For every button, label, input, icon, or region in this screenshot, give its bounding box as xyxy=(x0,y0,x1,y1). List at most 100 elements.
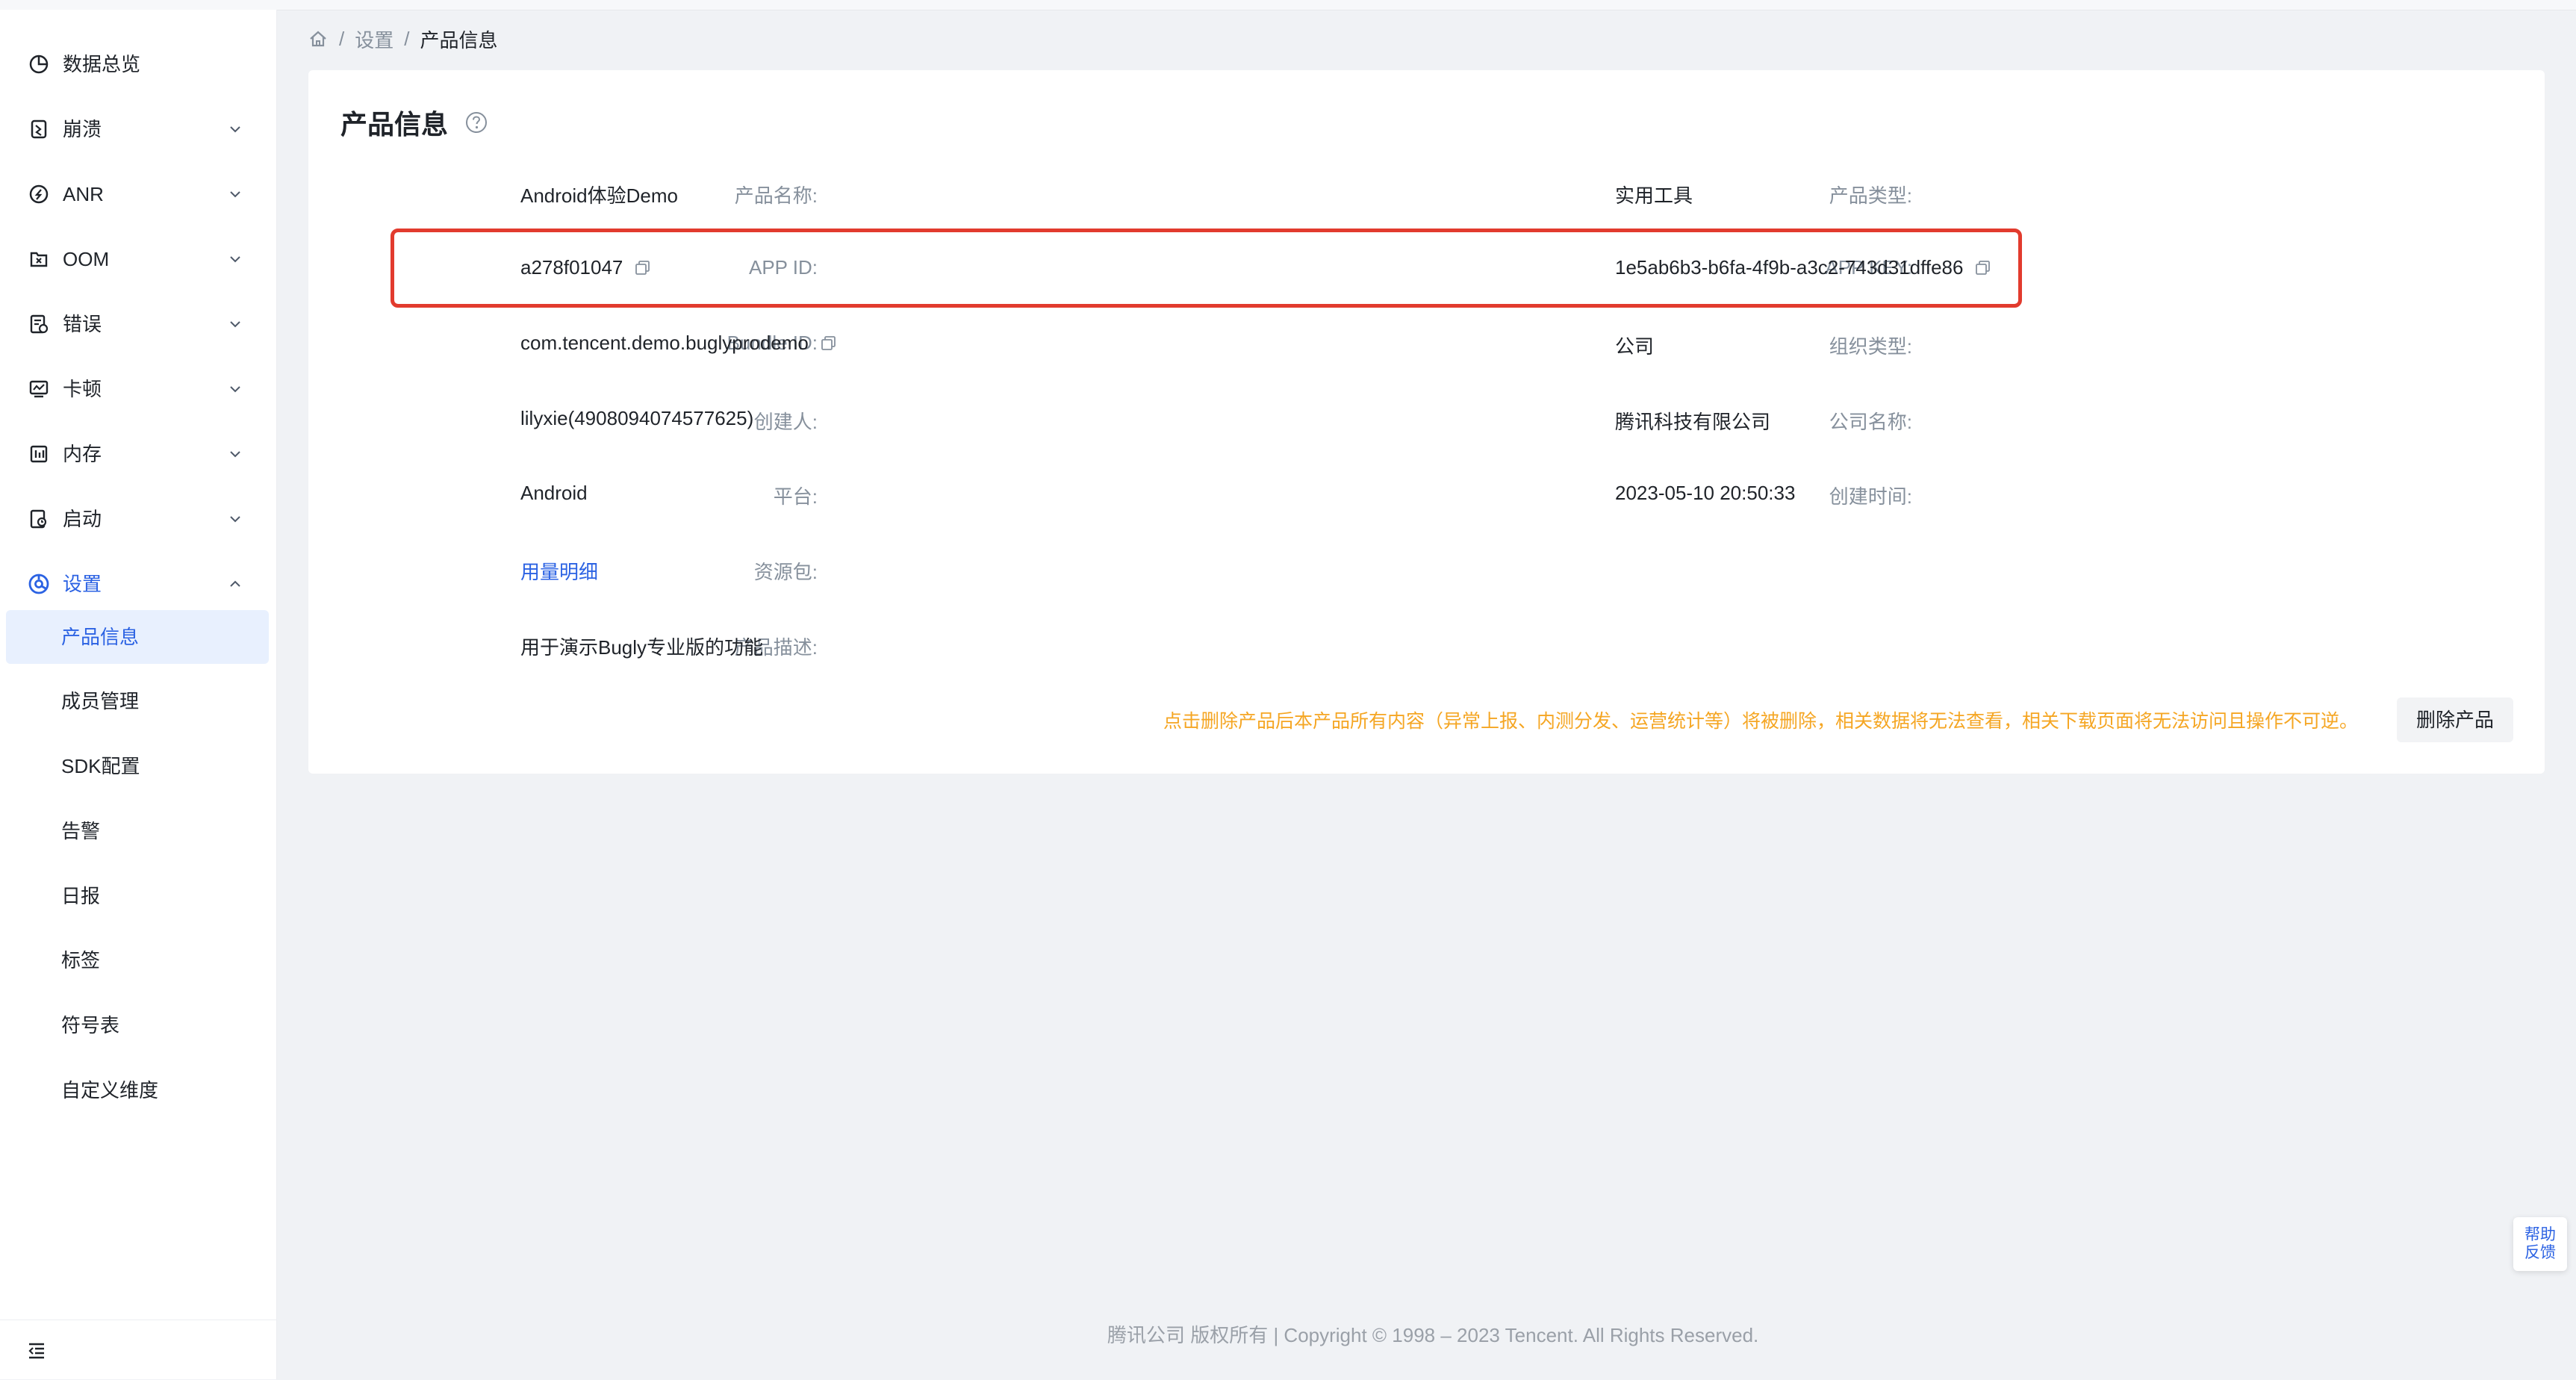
copy-icon[interactable] xyxy=(635,260,651,276)
footer-copyright: 腾讯公司 版权所有 | Copyright © 1998 – 2023 Tenc… xyxy=(1107,1324,1759,1346)
breadcrumb-settings-link[interactable]: 设置 xyxy=(355,25,393,53)
feedback-line2: 反馈 xyxy=(2524,1244,2556,1261)
sidebar-sub-item-product-info[interactable]: 产品信息 xyxy=(6,610,269,664)
sidebar-sub-item-custom-dimensions[interactable]: 自定义维度 xyxy=(6,1063,269,1117)
collapse-sidebar-icon[interactable] xyxy=(25,1340,48,1362)
product-type-label: 产品类型: xyxy=(1829,184,1912,207)
memory-icon xyxy=(27,442,51,466)
lag-icon xyxy=(27,377,51,401)
sub-item-label: 自定义维度 xyxy=(61,1079,159,1101)
home-icon[interactable] xyxy=(308,28,329,49)
description-value: 用于演示Bugly专业版的功能 xyxy=(520,632,763,660)
sidebar: 数据总览 崩溃 ANR OOM 错误 卡顿 内存 启动 设置 产品信息 成员管理… xyxy=(0,10,277,1379)
org-type-value: 公司 xyxy=(1615,332,1654,359)
sidebar-item-launch[interactable]: 启动 xyxy=(0,487,276,551)
breadcrumb-current: 产品信息 xyxy=(420,28,498,52)
crash-icon xyxy=(27,117,51,141)
sidebar-item-label: 设置 xyxy=(63,573,102,595)
sidebar-item-label: OOM xyxy=(63,248,110,270)
sidebar-item-settings[interactable]: 设置 xyxy=(0,552,276,616)
sidebar-item-overview[interactable]: 数据总览 xyxy=(0,32,276,96)
created-at-text: 2023-05-10 20:50:33 xyxy=(1615,482,1796,504)
resource-value: 用量明细 xyxy=(520,557,598,585)
usage-detail-link[interactable]: 用量明细 xyxy=(520,557,598,585)
platform-label: 平台: xyxy=(773,485,818,508)
description-text: 用于演示Bugly专业版的功能 xyxy=(520,636,764,659)
pie-chart-icon xyxy=(27,52,51,76)
sidebar-item-crash[interactable]: 崩溃 xyxy=(0,97,276,161)
created-at-label: 创建时间: xyxy=(1829,485,1912,508)
delete-warning-text: 点击删除产品后本产品所有内容（异常上报、内测分发、运营统计等）将被删除，相关数据… xyxy=(1163,711,2359,732)
chevron-down-icon xyxy=(230,321,240,328)
sidebar-item-lag[interactable]: 卡顿 xyxy=(0,357,276,421)
creator-value: lilyxie(4908094074577625) xyxy=(520,407,753,430)
creator-label: 创建人: xyxy=(753,411,818,433)
created-at-value: 2023-05-10 20:50:33 xyxy=(1615,482,1795,505)
help-feedback-button[interactable]: 帮助 反馈 xyxy=(2513,1217,2567,1271)
sub-item-label: 日报 xyxy=(61,885,101,907)
copy-icon[interactable] xyxy=(1975,260,1991,276)
breadcrumb: / 设置 / 产品信息 xyxy=(308,25,498,52)
breadcrumb-separator: / xyxy=(404,27,410,50)
page-title: 产品信息 xyxy=(340,103,488,142)
launch-icon xyxy=(27,507,51,531)
product-type-text: 实用工具 xyxy=(1615,184,1693,207)
sidebar-item-label: 启动 xyxy=(63,508,102,530)
chevron-down-icon xyxy=(230,256,240,263)
chevron-down-icon xyxy=(230,451,240,458)
creator-text: lilyxie(4908094074577625) xyxy=(520,407,754,429)
sidebar-footer xyxy=(0,1320,276,1380)
sub-item-label: 告警 xyxy=(61,820,101,842)
product-name-label: 产品名称: xyxy=(734,184,818,207)
app-key-value: 1e5ab6b3-b6fa-4f9b-a3c2-743d31dffe86 xyxy=(1615,256,1991,279)
company-name-text: 腾讯科技有限公司 xyxy=(1615,411,1771,433)
org-type-text: 公司 xyxy=(1615,335,1655,358)
product-info-card: 产品信息 产品名称: Android体验Demo 产品类型: 实用工具 APP … xyxy=(308,70,2545,774)
sidebar-item-oom[interactable]: OOM xyxy=(0,227,276,291)
error-icon xyxy=(27,312,51,336)
sub-item-label: 符号表 xyxy=(61,1014,120,1036)
sub-item-label: 标签 xyxy=(61,949,101,972)
sidebar-item-label: ANR xyxy=(63,183,104,205)
chevron-down-icon xyxy=(230,126,240,133)
sidebar-sub-item-sdk-config[interactable]: SDK配置 xyxy=(6,739,269,793)
chevron-down-icon xyxy=(230,386,240,393)
chevron-down-icon xyxy=(230,191,240,198)
oom-icon xyxy=(27,247,51,271)
page-title-text: 产品信息 xyxy=(340,109,449,140)
sidebar-item-label: 数据总览 xyxy=(63,53,141,75)
chevron-down-icon xyxy=(230,516,240,523)
chevron-up-icon xyxy=(230,580,240,587)
sub-item-label: SDK配置 xyxy=(61,755,140,777)
copy-icon[interactable] xyxy=(821,335,837,352)
sub-item-label: 产品信息 xyxy=(61,626,140,648)
app-id-label: APP ID: xyxy=(748,256,818,279)
app-key-text: 1e5ab6b3-b6fa-4f9b-a3c2-743d31dffe86 xyxy=(1615,256,1964,279)
anr-icon xyxy=(27,182,51,206)
platform-value: Android xyxy=(520,482,588,505)
sidebar-sub-item-alerts[interactable]: 告警 xyxy=(6,804,269,858)
sidebar-sub-item-tags[interactable]: 标签 xyxy=(6,933,269,987)
bundle-id-value: com.tencent.demo.buglyprodemo xyxy=(520,332,837,355)
app-id-value: a278f01047 xyxy=(520,256,651,279)
sidebar-sub-item-daily-report[interactable]: 日报 xyxy=(6,869,269,923)
delete-product-button[interactable]: 删除产品 xyxy=(2397,697,2513,742)
sub-item-label: 成员管理 xyxy=(61,690,140,712)
sidebar-item-error[interactable]: 错误 xyxy=(0,292,276,356)
resource-label: 资源包: xyxy=(753,561,818,583)
company-name-value: 腾讯科技有限公司 xyxy=(1615,407,1770,435)
product-name-value: Android体验Demo xyxy=(520,181,678,208)
sidebar-item-label: 卡顿 xyxy=(63,378,102,400)
help-icon[interactable] xyxy=(464,111,488,134)
sidebar-sub-item-symbols[interactable]: 符号表 xyxy=(6,998,269,1052)
org-type-label: 组织类型: xyxy=(1829,335,1912,358)
company-name-label: 公司名称: xyxy=(1829,411,1912,433)
sidebar-sub-item-members[interactable]: 成员管理 xyxy=(6,674,269,728)
product-name-text: Android体验Demo xyxy=(520,184,678,207)
sidebar-item-label: 内存 xyxy=(63,443,102,465)
sidebar-item-label: 崩溃 xyxy=(63,118,102,140)
sidebar-item-label: 错误 xyxy=(63,313,102,335)
platform-text: Android xyxy=(520,482,588,504)
sidebar-item-anr[interactable]: ANR xyxy=(0,162,276,226)
sidebar-item-memory[interactable]: 内存 xyxy=(0,422,276,486)
